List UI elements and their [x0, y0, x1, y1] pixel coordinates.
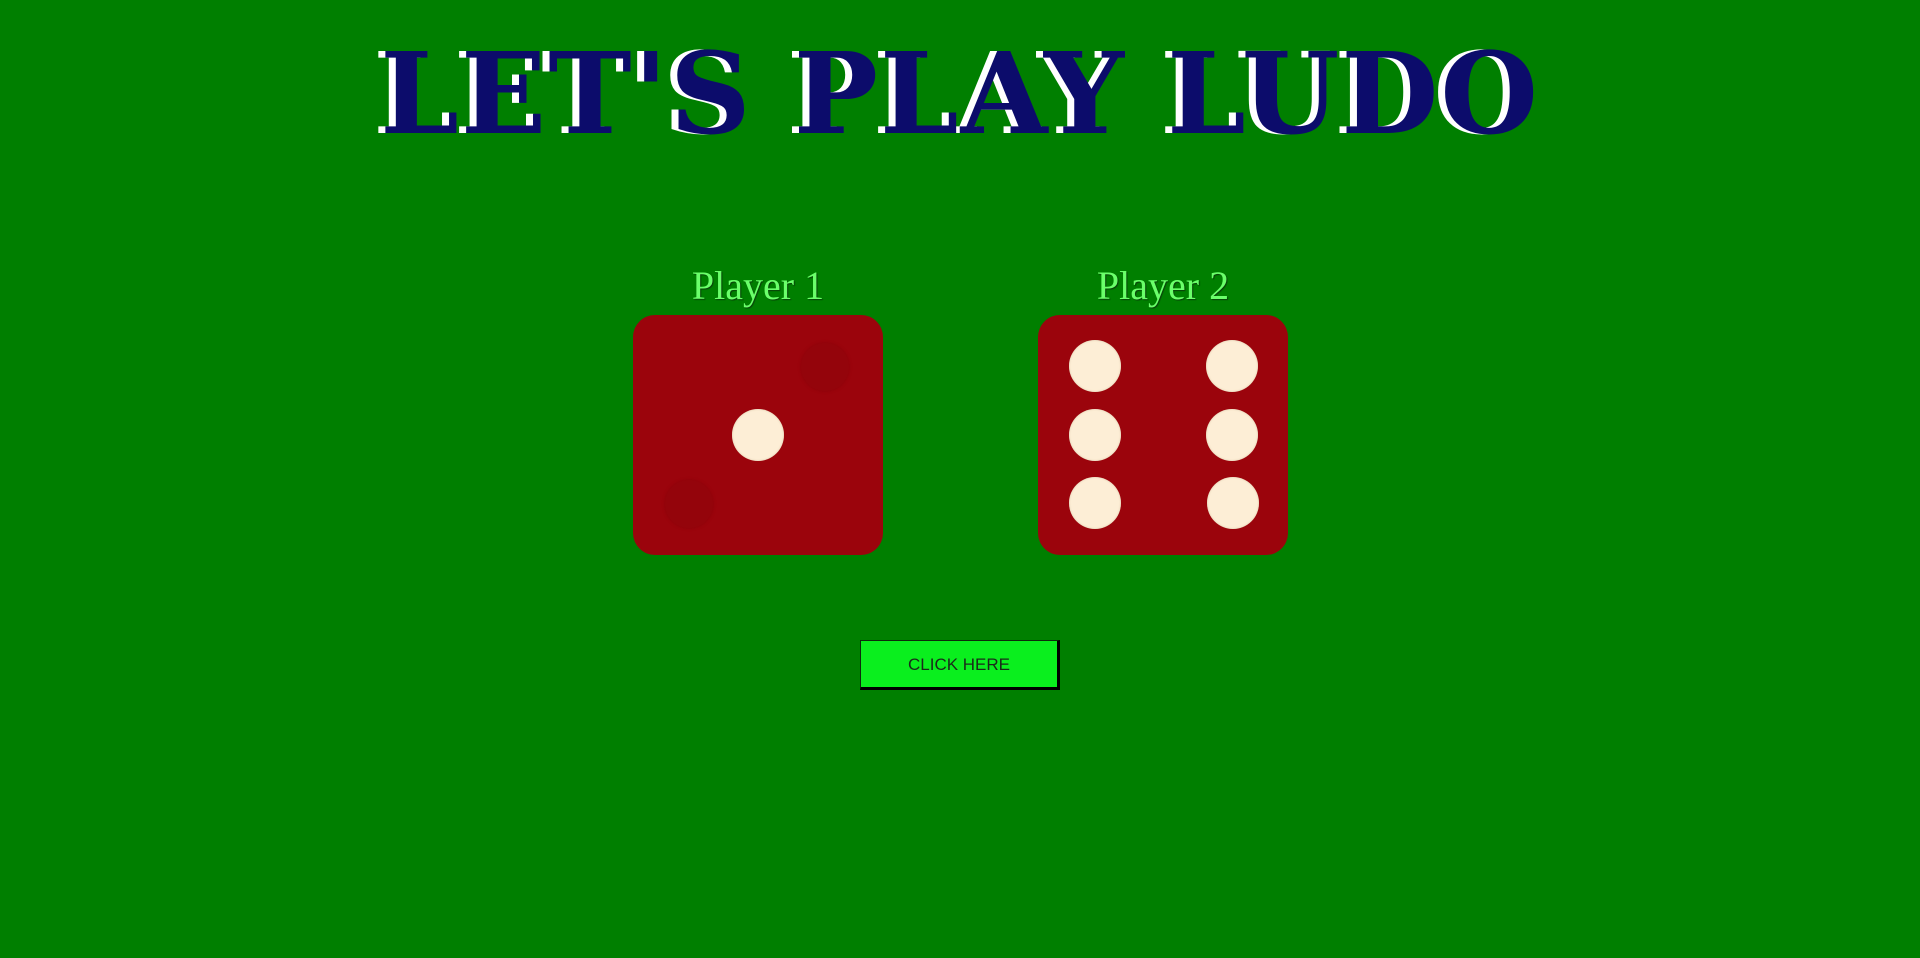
player-2-die: [1038, 315, 1288, 555]
die-pip: [732, 409, 784, 461]
player-1-label: Player 1: [691, 263, 825, 308]
player-2-label: Player 2: [1096, 263, 1230, 308]
die-ghost-pip: [665, 480, 713, 528]
roll-dice-button[interactable]: CLICK HERE: [860, 640, 1060, 690]
die-pip: [1206, 340, 1258, 392]
page-title: LET'S PLAY LUDO: [380, 29, 1540, 160]
die-pip: [1069, 477, 1121, 529]
die-ghost-pip: [801, 343, 849, 391]
die-pip: [1069, 409, 1121, 461]
die-pip: [1069, 340, 1121, 392]
player-2-panel: Player 2: [1038, 262, 1288, 555]
player-1-panel: Player 1: [633, 262, 883, 555]
die-pip: [1207, 477, 1259, 529]
player-1-die: [633, 315, 883, 555]
die-pip: [1206, 409, 1258, 461]
